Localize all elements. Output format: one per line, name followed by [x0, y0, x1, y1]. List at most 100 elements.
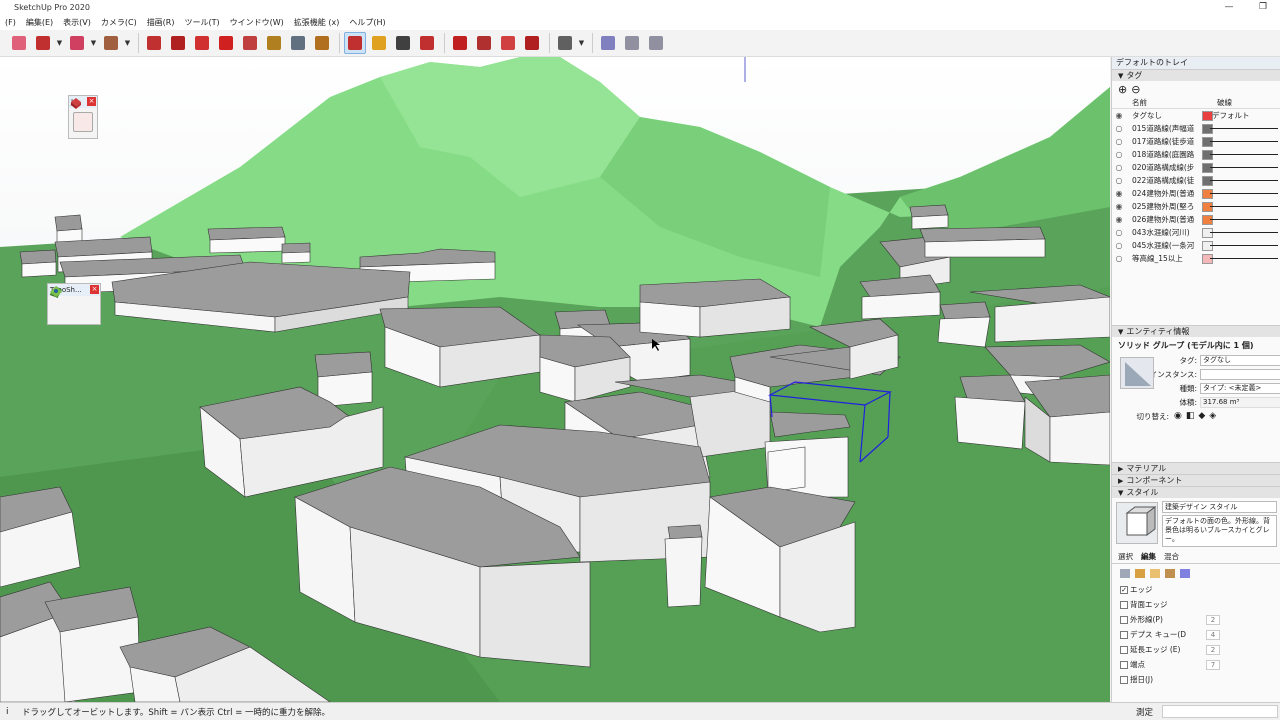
eye-hidden-icon[interactable]: ○: [1112, 254, 1126, 263]
tag-row[interactable]: ○ 018道路線(庭園路: [1112, 148, 1280, 161]
checkbox[interactable]: [1120, 645, 1128, 654]
scene-canvas[interactable]: [0, 57, 1110, 702]
sandbox-icon[interactable]: [71, 98, 93, 132]
edge-option-row[interactable]: 背面エッジ: [1112, 597, 1280, 612]
style-name-field[interactable]: 建築デザイン スタイル: [1162, 501, 1277, 513]
chevron-down-icon[interactable]: ▼: [578, 32, 585, 54]
tag-dash-line[interactable]: [1210, 232, 1278, 233]
col-dash-header[interactable]: 破線: [1217, 97, 1232, 108]
tag-dash-line[interactable]: [1210, 193, 1278, 194]
edge-option-row[interactable]: 揺日(J): [1112, 672, 1280, 687]
arc-tool-button[interactable]: [66, 32, 88, 54]
edge-option-value[interactable]: 2: [1206, 614, 1220, 625]
chevron-down-icon[interactable]: ▼: [56, 32, 63, 54]
pan-tool-button[interactable]: [368, 32, 390, 54]
info-icon[interactable]: i: [6, 707, 9, 717]
menu-item[interactable]: 編集(E): [21, 17, 58, 28]
floating-toolbar-small[interactable]: J... ×: [68, 95, 98, 139]
floating-toolbar-toposhaper[interactable]: TopoSh... ×: [47, 283, 101, 325]
style-thumbnail-icon[interactable]: [1116, 502, 1158, 544]
scale-tool-button[interactable]: [239, 32, 261, 54]
rotate-tool-button[interactable]: [215, 32, 237, 54]
extension-warehouse-tool-button[interactable]: [473, 32, 495, 54]
cast-shadow-icon[interactable]: ◆: [1198, 411, 1205, 421]
tag-row[interactable]: ○ 等高線_15以上: [1112, 252, 1280, 265]
eye-icon[interactable]: ◉: [1112, 202, 1126, 211]
eye-icon[interactable]: ◉: [1112, 189, 1126, 198]
tag-dash-line[interactable]: [1210, 245, 1278, 246]
restore-button[interactable]: ❐: [1246, 0, 1280, 15]
tag-dash-line[interactable]: [1210, 219, 1278, 220]
background-settings-icon[interactable]: [1150, 568, 1160, 578]
tag-dash-line[interactable]: [1210, 258, 1278, 259]
pencil-tool-button[interactable]: [32, 32, 54, 54]
chevron-down-icon[interactable]: ▼: [124, 32, 131, 54]
eraser-tool-button[interactable]: [8, 32, 30, 54]
tag-row[interactable]: ◉ タグなし デフォルト: [1112, 109, 1280, 122]
materials-section-header[interactable]: マテリアル: [1112, 462, 1280, 474]
checkbox[interactable]: [1120, 675, 1128, 684]
style-tab[interactable]: 選択: [1118, 551, 1133, 562]
follow-me-tool-button[interactable]: [167, 32, 189, 54]
edge-option-row[interactable]: デプス キュー(D 4: [1112, 627, 1280, 642]
eye-hidden-icon[interactable]: ○: [1112, 241, 1126, 250]
menu-item[interactable]: ツール(T): [180, 17, 225, 28]
zoom-extents-tool-button[interactable]: [416, 32, 438, 54]
push-pull-tool-button[interactable]: [143, 32, 165, 54]
menu-item[interactable]: 描画(R): [142, 17, 180, 28]
style-description[interactable]: デフォルトの面の色。外形線。背景色は明るいブルースカイとグレー。: [1162, 515, 1277, 547]
edge-option-row[interactable]: 外形線(P) 2: [1112, 612, 1280, 627]
add-tag-button[interactable]: ⊕: [1118, 83, 1127, 96]
menu-item[interactable]: 表示(V): [58, 17, 96, 28]
face-settings-icon[interactable]: [1135, 568, 1145, 578]
tag-dash-line[interactable]: [1210, 167, 1278, 168]
chevron-down-icon[interactable]: ▼: [90, 32, 97, 54]
edge-option-value[interactable]: 7: [1206, 659, 1220, 670]
tags-section-header[interactable]: タグ: [1112, 69, 1280, 81]
col-name-header[interactable]: 名前: [1132, 97, 1202, 108]
instructor-tool-button[interactable]: [645, 32, 667, 54]
close-icon[interactable]: ×: [90, 285, 99, 294]
text-tool-button[interactable]: [287, 32, 309, 54]
user-account-tool-button[interactable]: [554, 32, 576, 54]
modeling-settings-icon[interactable]: [1180, 568, 1190, 578]
eye-hidden-icon[interactable]: ○: [1112, 124, 1126, 133]
checkbox[interactable]: [1120, 630, 1128, 639]
move-tool-button[interactable]: [191, 32, 213, 54]
tag-select[interactable]: タグなし: [1200, 354, 1280, 366]
tape-measure-tool-button[interactable]: [263, 32, 285, 54]
edge-option-value[interactable]: 2: [1206, 644, 1220, 655]
topo-grid-icon[interactable]: [50, 286, 73, 320]
tag-row[interactable]: ○ 022道路構成線(徒: [1112, 174, 1280, 187]
tag-row[interactable]: ◉ 025建物外周(堅ろ: [1112, 200, 1280, 213]
edge-option-row[interactable]: 延長エッジ (E) 2: [1112, 642, 1280, 657]
measure-input[interactable]: [1162, 705, 1278, 718]
eye-hidden-icon[interactable]: ○: [1112, 137, 1126, 146]
visibility-toggle-icon[interactable]: ◉: [1174, 411, 1182, 421]
orbit-tool-button[interactable]: [344, 32, 366, 54]
checkbox[interactable]: ✓: [1120, 585, 1128, 594]
minimize-button[interactable]: —: [1212, 0, 1246, 15]
styles-section-header[interactable]: スタイル: [1112, 486, 1280, 498]
menu-item[interactable]: (F): [0, 18, 21, 27]
edge-settings-icon[interactable]: [1120, 568, 1130, 578]
eye-icon[interactable]: ◉: [1112, 111, 1126, 120]
tag-dash-line[interactable]: [1210, 180, 1278, 181]
checkbox[interactable]: [1120, 615, 1128, 624]
menu-item[interactable]: カメラ(C): [96, 17, 142, 28]
display-eye-tool-button[interactable]: [597, 32, 619, 54]
tag-dash-line[interactable]: [1210, 154, 1278, 155]
tag-row[interactable]: ○ 043水涯線(河川): [1112, 226, 1280, 239]
watermark-settings-icon[interactable]: [1165, 568, 1175, 578]
components-section-header[interactable]: コンポーネント: [1112, 474, 1280, 486]
eye-hidden-icon[interactable]: ○: [1112, 176, 1126, 185]
tag-row[interactable]: ○ 020道路構成線(步: [1112, 161, 1280, 174]
receive-shadow-icon[interactable]: ◈: [1209, 411, 1216, 421]
rectangle-tool-button[interactable]: [100, 32, 122, 54]
edge-option-row[interactable]: ✓ エッジ: [1112, 582, 1280, 597]
tag-dash-line[interactable]: [1210, 206, 1278, 207]
edge-option-row[interactable]: 端点 7: [1112, 657, 1280, 672]
tag-row[interactable]: ○ 015道路線(声幅道: [1112, 122, 1280, 135]
eye-icon[interactable]: ◉: [1112, 215, 1126, 224]
tag-row[interactable]: ○ 017道路線(徒歩道: [1112, 135, 1280, 148]
